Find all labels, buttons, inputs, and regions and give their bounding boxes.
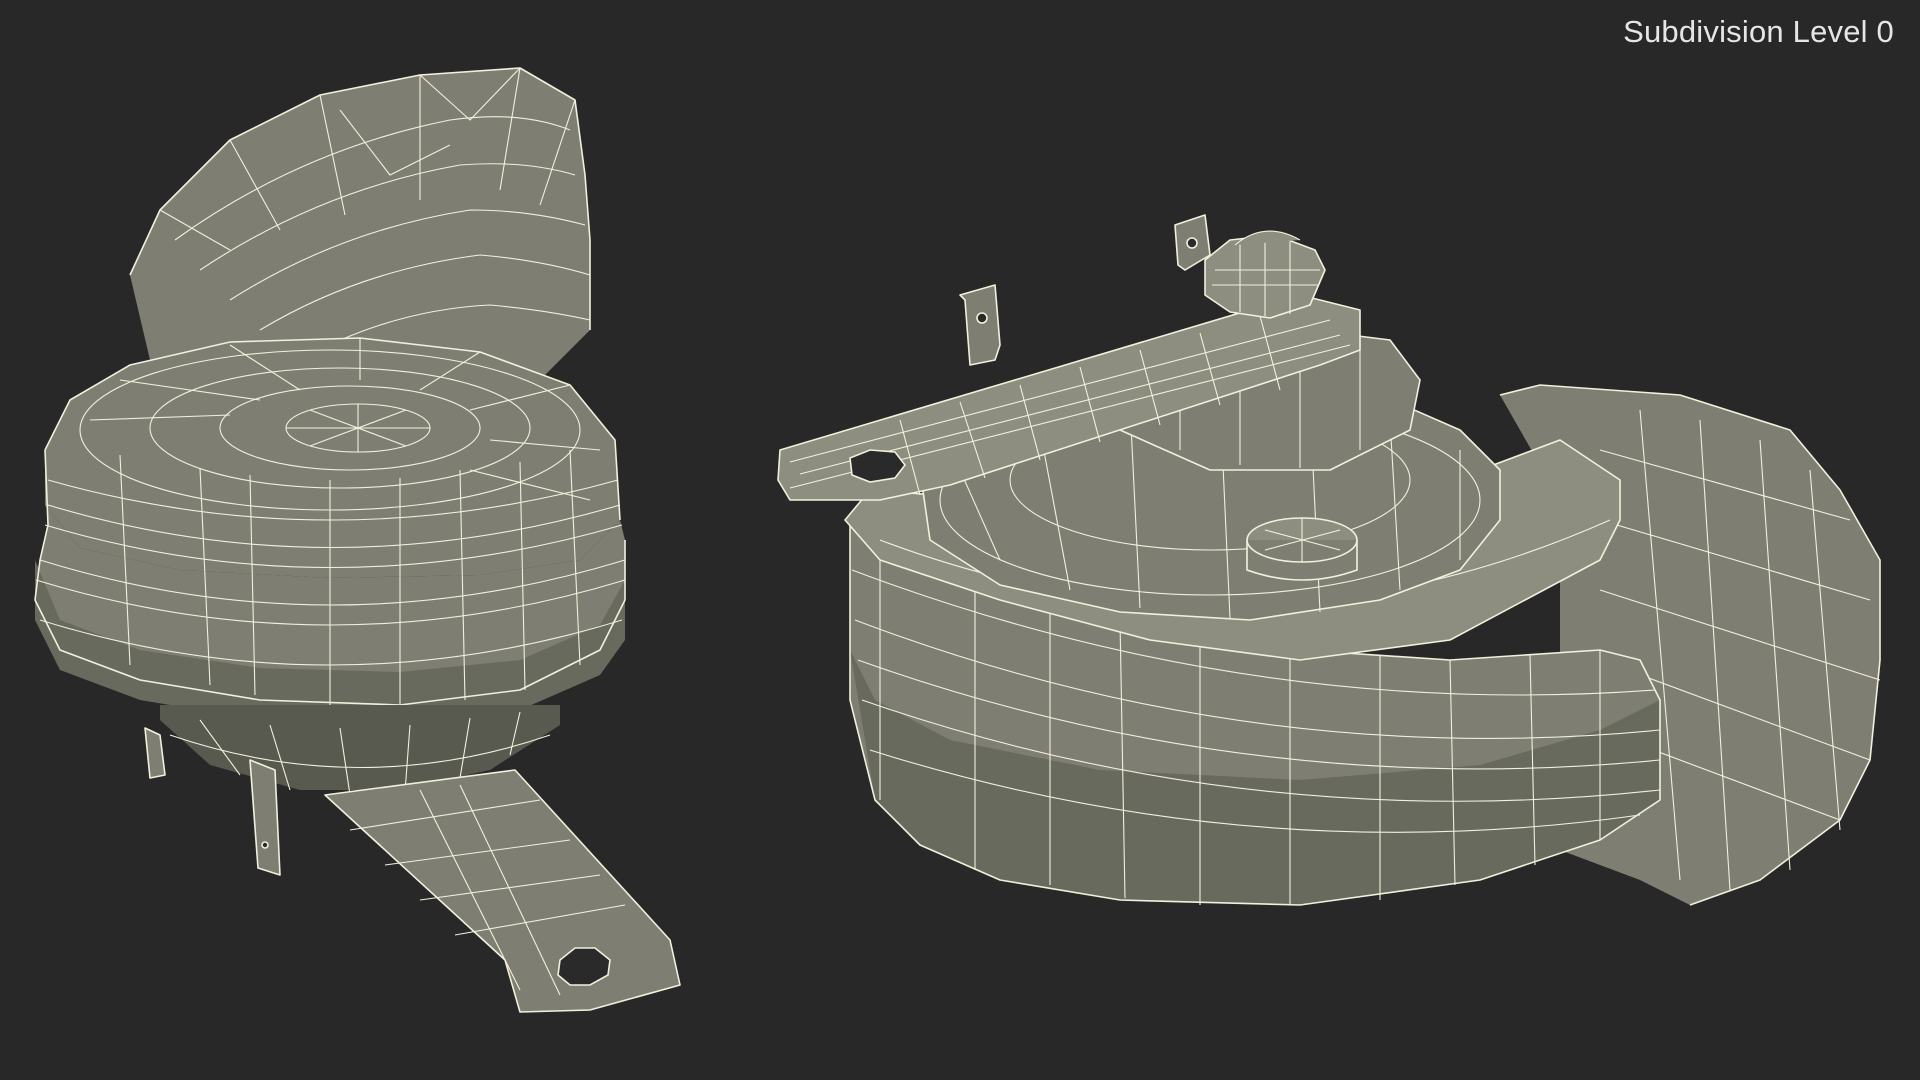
wireframe-render bbox=[34, 67, 1881, 1013]
snail-horn-front-view bbox=[777, 214, 1881, 906]
horn-cap-left bbox=[44, 337, 621, 578]
horn-base-left bbox=[144, 705, 681, 1013]
snail-horn-rear-view bbox=[34, 67, 681, 1013]
viewport: Subdivision Level 0 bbox=[0, 0, 1920, 1080]
subdivision-level-label: Subdivision Level 0 bbox=[1623, 14, 1894, 49]
